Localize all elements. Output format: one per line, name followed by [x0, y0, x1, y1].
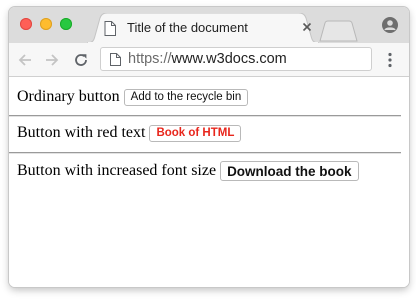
- window-zoom-button[interactable]: [60, 18, 72, 30]
- row-label: Button with increased font size: [17, 162, 217, 179]
- add-to-recycle-bin-button[interactable]: Add to the recycle bin: [123, 88, 249, 106]
- book-of-html-button[interactable]: Book of HTML: [149, 124, 242, 142]
- page-icon: [110, 53, 121, 66]
- browser-toolbar: https://www.w3docs.com: [9, 43, 409, 77]
- close-icon[interactable]: [300, 20, 314, 34]
- divider: [9, 115, 401, 117]
- forward-arrow-icon[interactable]: [44, 52, 60, 68]
- tab-title: Title of the document: [127, 20, 248, 35]
- page-content: Ordinary button Add to the recycle bin B…: [9, 77, 409, 287]
- browser-tab[interactable]: Title of the document: [87, 13, 319, 43]
- row-label: Button with red text: [17, 124, 146, 141]
- address-bar[interactable]: https://www.w3docs.com: [100, 47, 372, 71]
- row-label: Ordinary button: [17, 88, 120, 105]
- divider: [9, 152, 401, 154]
- download-the-book-button[interactable]: Download the book: [220, 161, 359, 181]
- browser-window: Title of the document https://www.w3docs…: [9, 7, 409, 287]
- kebab-menu-icon[interactable]: [387, 52, 393, 68]
- window-minimize-button[interactable]: [40, 18, 52, 30]
- reload-icon[interactable]: [73, 52, 89, 68]
- title-bar: Title of the document: [9, 7, 409, 43]
- row-red-text-button: Button with red text Book of HTML: [17, 124, 242, 142]
- row-ordinary-button: Ordinary button Add to the recycle bin: [17, 88, 249, 106]
- url-host: www.w3docs.com: [171, 51, 287, 67]
- row-large-font-button: Button with increased font size Download…: [17, 161, 359, 181]
- profile-icon[interactable]: [381, 16, 399, 34]
- url-scheme: https://: [128, 51, 172, 67]
- new-tab-icon[interactable]: [319, 20, 359, 42]
- back-arrow-icon[interactable]: [17, 52, 33, 68]
- url-text: https://www.w3docs.com: [128, 51, 287, 67]
- window-close-button[interactable]: [20, 18, 32, 30]
- document-icon: [104, 21, 116, 36]
